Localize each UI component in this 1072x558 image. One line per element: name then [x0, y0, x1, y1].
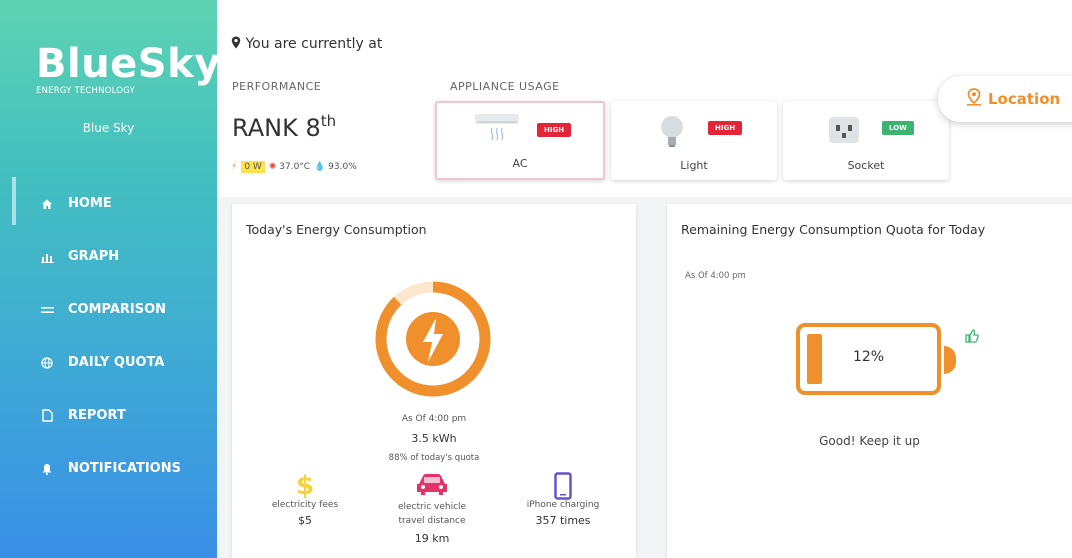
temperature: ✺ 37.0°C [269, 162, 310, 172]
card-title: Remaining Energy Consumption Quota for T… [681, 222, 986, 237]
header: You are currently at PERFORMANCE RANK 8t… [217, 0, 1072, 197]
nav-item-daily-quota[interactable]: DAILY QUOTA [0, 336, 217, 389]
metric-label: electricity fees [271, 500, 339, 510]
location-button[interactable]: Location [938, 76, 1072, 122]
performance-label: PERFORMANCE [232, 80, 322, 93]
nav-item-report[interactable]: REPORT [0, 389, 217, 442]
power-socket-icon [829, 117, 859, 147]
thumbs-up-icon [965, 328, 979, 347]
metric-label: electric vehicle travel distance [397, 502, 467, 526]
kwh-value: 3.5 kWh [411, 432, 457, 445]
water-drop-icon: 💧 [314, 162, 326, 172]
bolt-icon: ⚡ [231, 162, 238, 172]
metric-value: 357 times [535, 514, 591, 527]
battery-percent: 12% [852, 349, 885, 365]
appliance-list: HIGH AC HIGH Light LOW Socket [435, 101, 949, 180]
logo-subtitle: ENERGY TECHNOLOGY [36, 86, 135, 96]
appliance-card-light[interactable]: HIGH Light [611, 101, 777, 180]
quota-text: 88% of today's quota [388, 453, 480, 463]
main-content: You are currently at PERFORMANCE RANK 8t… [217, 0, 1072, 558]
user-name: Blue Sky [82, 121, 135, 135]
metric-iphone-charging: iPhone charging 357 times [508, 472, 618, 527]
sidebar: BlueSky ENERGY TECHNOLOGY Blue Sky HOME … [0, 0, 220, 558]
nav-label: NOTIFICATIONS [68, 461, 181, 476]
nav-label: GRAPH [68, 249, 120, 264]
usage-badge: HIGH [537, 123, 572, 137]
battery-tip [944, 346, 956, 374]
bar-chart-icon [40, 251, 54, 263]
map-pin-icon [231, 36, 245, 52]
dollar-icon: $ [295, 471, 315, 501]
metric-value: $5 [298, 514, 312, 527]
temperature-value: 37.0°C [279, 162, 311, 172]
card-title: Today's Energy Consumption [246, 222, 427, 237]
metric-ev-distance: electric vehicle travel distance 19 km [377, 472, 487, 545]
usage-badge: LOW [882, 121, 914, 135]
logo-title: BlueSky [36, 41, 221, 87]
appliance-usage-label: APPLIANCE USAGE [450, 80, 560, 93]
nav-label: REPORT [68, 408, 126, 423]
rank-suffix: th [320, 112, 337, 130]
quota-message: Good! Keep it up [819, 434, 920, 448]
appliance-name: Socket [847, 159, 885, 172]
metric-value: 19 km [414, 532, 450, 545]
car-icon [377, 472, 487, 500]
light-bulb-icon [657, 115, 687, 153]
thermometer-icon: ✺ [268, 162, 277, 172]
metric-label: iPhone charging [526, 500, 600, 510]
nav-label: DAILY QUOTA [68, 355, 165, 370]
remaining-quota-card: Remaining Energy Consumption Quota for T… [667, 204, 1072, 558]
nav-item-graph[interactable]: GRAPH [0, 230, 217, 283]
rank-text: RANK 8 [232, 114, 321, 142]
logo: BlueSky ENERGY TECHNOLOGY [36, 44, 221, 96]
humidity-value: 93.0% [328, 162, 357, 172]
air-conditioner-icon [475, 112, 519, 150]
consumption-ring [375, 281, 491, 397]
appliance-name: Light [680, 159, 708, 172]
rank: RANK 8th [232, 112, 336, 142]
as-of-time: As Of 4:00 pm [401, 414, 467, 424]
humidity: 💧 93.0% [314, 162, 357, 172]
globe-icon [40, 356, 54, 369]
nav-label: COMPARISON [68, 302, 167, 317]
current-location: You are currently at [231, 36, 382, 52]
performance-stats: ⚡ 0 W ✺ 37.0°C 💧 93.0% [231, 161, 357, 173]
nav-label: HOME [68, 196, 112, 211]
home-icon [40, 198, 54, 210]
phone-icon [508, 472, 618, 500]
compare-icon [40, 305, 54, 315]
bell-icon [40, 463, 54, 475]
location-button-label: Location [988, 90, 1061, 108]
appliance-card-socket[interactable]: LOW Socket [783, 101, 949, 180]
sidebar-nav: HOME GRAPH COMPARISON DAILY QUOTA REPORT [0, 177, 217, 495]
nav-item-comparison[interactable]: COMPARISON [0, 283, 217, 336]
location-text: You are currently at [245, 36, 383, 52]
metric-electricity-fees: $ electricity fees $5 [250, 472, 360, 527]
energy-consumption-card: Today's Energy Consumption As Of 4:00 pm… [232, 204, 636, 558]
appliance-card-ac[interactable]: HIGH AC [435, 101, 605, 180]
as-of-time: As Of 4:00 pm [685, 271, 746, 281]
usage-badge: HIGH [708, 121, 743, 135]
power-value: 0 W [241, 161, 265, 173]
location-pin-icon [966, 88, 988, 110]
nav-item-home[interactable]: HOME [0, 177, 217, 230]
appliance-name: AC [512, 157, 528, 170]
battery-body: 12% [796, 323, 941, 395]
nav-item-notifications[interactable]: NOTIFICATIONS [0, 442, 217, 495]
document-icon [40, 409, 54, 422]
